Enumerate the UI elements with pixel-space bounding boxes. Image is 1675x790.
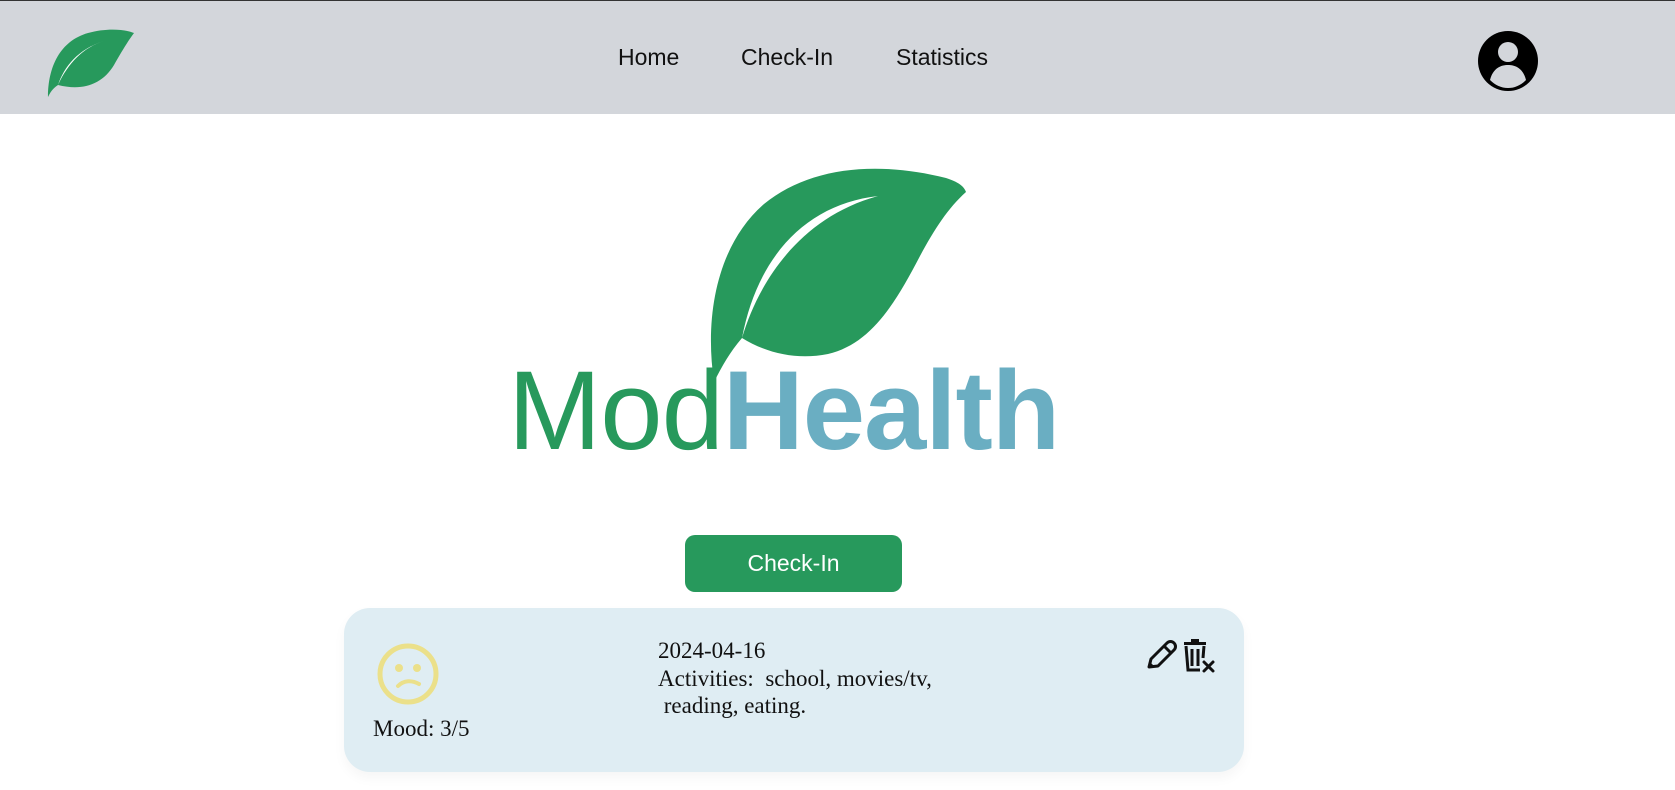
check-in-button[interactable]: Check-In — [685, 535, 902, 592]
nav-link-check-in[interactable]: Check-In — [741, 44, 833, 71]
user-avatar-icon[interactable] — [1477, 30, 1539, 92]
top-navbar: Home Check-In Statistics — [0, 0, 1675, 114]
brand-word-health: Health — [722, 348, 1060, 473]
brand-word-mod: Mod — [508, 348, 724, 473]
mood-entry-card: Mood: 3/5 2024-04-16 Activities: school,… — [344, 608, 1244, 772]
modhealth-logo: ModHealth — [508, 160, 1078, 470]
entry-date: 2024-04-16 — [658, 638, 766, 663]
main-nav: Home Check-In Statistics — [0, 1, 1675, 115]
nav-link-home[interactable]: Home — [618, 44, 679, 71]
activities-line: Activities: school, movies/tv, — [658, 666, 932, 691]
entry-activities: Activities: school, movies/tv, reading, … — [658, 665, 932, 719]
mood-rating: Mood: 3/5 — [373, 716, 470, 741]
brand-wordmark: ModHealth — [508, 355, 1060, 467]
activities-line: reading, eating. — [658, 693, 807, 718]
trash-icon[interactable] — [1182, 638, 1216, 674]
nav-link-statistics[interactable]: Statistics — [896, 44, 988, 71]
slightly-frowning-face-icon — [377, 643, 439, 705]
pencil-icon[interactable] — [1144, 638, 1178, 672]
